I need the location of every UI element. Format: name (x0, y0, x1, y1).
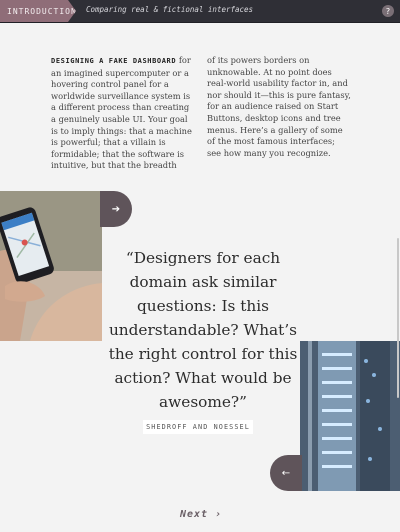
intro-text: DESIGNING A FAKE DASHBOARD for an imagin… (51, 55, 351, 172)
arrow-left-icon: ← (281, 467, 291, 479)
help-label: ? (385, 6, 391, 16)
pull-quote: “Designers for each domain ask similar q… (108, 249, 298, 411)
phone-illustration (0, 191, 102, 341)
next-link[interactable]: Next › (180, 509, 222, 520)
chevron-right-icon: › (215, 509, 223, 520)
intro-lead: DESIGNING A FAKE DASHBOARD (51, 57, 177, 65)
server-illustration (300, 341, 400, 491)
server-lights-image (300, 341, 400, 491)
arrow-right-icon: ➔ (111, 203, 121, 215)
forward-button[interactable]: ➔ (100, 191, 132, 227)
intro-column-1: DESIGNING A FAKE DASHBOARD for an imagin… (51, 55, 195, 172)
quote-attribution: SHEDROFF AND NOESSEL (143, 420, 253, 434)
intro-column-2: of its powers borders on unknowable. At … (207, 55, 351, 158)
tab-introduction-label: INTRODUCTION (7, 6, 77, 16)
intro-col1-text: for an imagined supercomputer or a hover… (51, 55, 192, 171)
next-label: Next (180, 509, 209, 520)
back-button[interactable]: ← (270, 455, 302, 491)
header-subtitle: Comparing real & fictional interfaces (86, 5, 254, 14)
top-bar: INTRODUCTION Comparing real & fictional … (0, 0, 400, 23)
tab-introduction[interactable]: INTRODUCTION (0, 0, 76, 22)
scrollbar[interactable] (397, 238, 399, 398)
phone-in-hand-image (0, 191, 102, 341)
help-icon[interactable]: ? (382, 5, 394, 17)
header-divider (0, 22, 400, 23)
